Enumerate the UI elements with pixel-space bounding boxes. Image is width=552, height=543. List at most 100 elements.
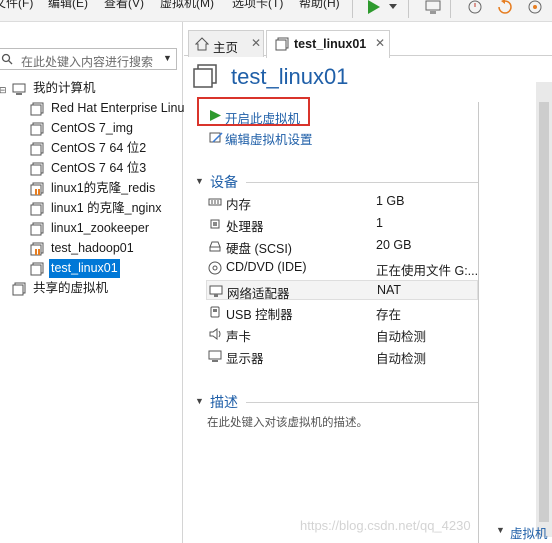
vm-label: test_hadoop01 bbox=[51, 241, 134, 255]
menu-tabs[interactable]: 选项卡(T) bbox=[232, 0, 283, 11]
collapse-arrow-icon[interactable]: ▼ bbox=[496, 525, 505, 535]
toolbar-separator bbox=[352, 0, 353, 18]
tree-root-label: 我的计算机 bbox=[33, 81, 96, 95]
tab-home-label: 主页 bbox=[213, 41, 239, 55]
scrollbar-thumb[interactable] bbox=[539, 102, 549, 522]
close-icon[interactable]: ✕ bbox=[251, 36, 261, 50]
device-name: 网络适配器 bbox=[227, 287, 290, 301]
toolbar-separator bbox=[450, 0, 451, 18]
device-row-cd[interactable]: CD/DVD (IDE) 正在使用文件 G:... bbox=[206, 258, 478, 278]
power-on-label: 开启此虚拟机 bbox=[225, 112, 301, 126]
vm-running-icon bbox=[30, 182, 44, 196]
section-divider bbox=[246, 402, 478, 403]
device-name: 声卡 bbox=[226, 330, 252, 344]
device-name: 处理器 bbox=[226, 220, 264, 234]
vm-label: linux1 的克隆_nginx bbox=[51, 201, 162, 215]
snapshot-manager-icon[interactable] bbox=[526, 0, 544, 16]
tab-bar: 主页 ✕ test_linux01 ✕ bbox=[184, 30, 552, 58]
collapse-icon[interactable]: ⊟ bbox=[0, 85, 7, 96]
library-panel: 在此处键入内容进行搜索 ▼ ⊟ 我的计算机 Red Hat Enterprise… bbox=[0, 22, 191, 543]
search-icon bbox=[1, 53, 13, 65]
menu-edit[interactable]: 编辑(E) bbox=[48, 0, 88, 11]
device-name: 显示器 bbox=[226, 352, 264, 366]
toolbar-separator bbox=[408, 0, 409, 18]
vm-icon bbox=[30, 222, 44, 236]
device-name: USB 控制器 bbox=[226, 308, 293, 322]
device-value: 正在使用文件 G:... bbox=[376, 264, 479, 278]
column-divider bbox=[478, 102, 479, 543]
tab-vm-label: test_linux01 bbox=[294, 37, 367, 51]
device-name: CD/DVD (IDE) bbox=[226, 260, 307, 274]
device-row-network[interactable]: 网络适配器 NAT bbox=[206, 280, 478, 301]
vm-details-panel: 主页 ✕ test_linux01 ✕ test_linux01 开启此虚拟机 … bbox=[184, 22, 552, 543]
description-section-title: 描述 bbox=[210, 394, 238, 410]
disk-icon bbox=[209, 241, 221, 252]
vm-icon bbox=[30, 122, 44, 136]
device-row-disk[interactable]: 硬盘 (SCSI) 20 GB bbox=[206, 236, 478, 256]
snapshot-icon[interactable] bbox=[466, 0, 484, 16]
play-dropdown-icon[interactable] bbox=[388, 0, 398, 16]
vm-label: CentOS 7_img bbox=[51, 121, 133, 135]
revert-snapshot-icon[interactable] bbox=[496, 0, 514, 16]
device-value: 1 GB bbox=[376, 194, 405, 208]
play-icon[interactable] bbox=[364, 0, 382, 16]
library-search[interactable]: 在此处键入内容进行搜索 ▼ bbox=[0, 48, 177, 70]
device-row-memory[interactable]: 内存 1 GB bbox=[206, 192, 478, 212]
device-value: 1 bbox=[376, 216, 383, 230]
vm-details-section-title: 虚拟机 bbox=[510, 527, 548, 541]
usb-icon bbox=[210, 306, 220, 318]
vm-running-icon bbox=[30, 242, 44, 256]
vm-label: CentOS 7 64 位2 bbox=[51, 141, 147, 155]
vm-icon bbox=[30, 202, 44, 216]
vm-label: CentOS 7 64 位3 bbox=[51, 161, 147, 175]
watermark: https://blog.csdn.net/qq_4230 bbox=[300, 518, 471, 533]
device-name: 内存 bbox=[226, 198, 252, 212]
device-name: 硬盘 (SCSI) bbox=[226, 242, 292, 256]
computer-icon bbox=[12, 83, 26, 95]
vertical-scrollbar[interactable] bbox=[536, 82, 552, 537]
menu-file[interactable]: 文件(F) bbox=[0, 0, 33, 11]
devices-section-title: 设备 bbox=[210, 174, 238, 190]
device-row-cpu[interactable]: 处理器 1 bbox=[206, 214, 478, 234]
device-value: 20 GB bbox=[376, 238, 412, 252]
vm-label: test_linux01 bbox=[49, 259, 120, 278]
close-icon[interactable]: ✕ bbox=[375, 36, 385, 50]
device-value: 自动检测 bbox=[376, 330, 427, 344]
device-value: 存在 bbox=[376, 308, 402, 322]
device-value: 自动检测 bbox=[376, 352, 427, 366]
vm-icon bbox=[30, 162, 44, 176]
collapse-arrow-icon[interactable]: ▼ bbox=[195, 396, 204, 406]
vm-icon bbox=[30, 102, 44, 116]
shared-label: 共享的虚拟机 bbox=[33, 281, 109, 295]
network-icon bbox=[209, 285, 223, 297]
vm-icon bbox=[30, 142, 44, 156]
menu-help[interactable]: 帮助(H) bbox=[299, 0, 340, 11]
shared-vm-icon bbox=[12, 282, 26, 296]
settings-icon bbox=[209, 132, 223, 143]
send-keys-icon[interactable] bbox=[424, 0, 442, 16]
menu-view[interactable]: 查看(V) bbox=[104, 0, 144, 11]
collapse-arrow-icon[interactable]: ▼ bbox=[195, 176, 204, 186]
sound-icon bbox=[209, 328, 221, 340]
device-row-sound[interactable]: 声卡 自动检测 bbox=[206, 324, 478, 344]
menu-vm[interactable]: 虚拟机(M) bbox=[160, 0, 214, 11]
search-input[interactable]: 在此处键入内容进行搜索 bbox=[21, 53, 153, 70]
cpu-icon bbox=[210, 219, 220, 229]
device-value: NAT bbox=[377, 283, 402, 297]
home-icon bbox=[195, 37, 209, 51]
menu-bar: 文件(F) 编辑(E) 查看(V) 虚拟机(M) 选项卡(T) 帮助(H) bbox=[0, 0, 552, 22]
tab-vm[interactable]: test_linux01 ✕ bbox=[266, 30, 390, 58]
cd-icon bbox=[208, 261, 222, 275]
chevron-down-icon[interactable]: ▼ bbox=[163, 53, 172, 63]
vm-label: Red Hat Enterprise Linux bbox=[51, 101, 191, 115]
device-row-usb[interactable]: USB 控制器 存在 bbox=[206, 302, 478, 322]
memory-icon bbox=[208, 198, 222, 206]
vm-icon bbox=[275, 37, 289, 51]
edit-settings-label: 编辑虚拟机设置 bbox=[225, 133, 313, 147]
description-input[interactable]: 在此处键入对该虚拟机的描述。 bbox=[207, 414, 368, 430]
vm-label: linux1_zookeeper bbox=[51, 221, 149, 235]
vm-title: test_linux01 bbox=[231, 64, 349, 89]
vm-icon bbox=[30, 262, 44, 276]
tab-home[interactable]: 主页 ✕ bbox=[188, 30, 264, 57]
device-row-display[interactable]: 显示器 自动检测 bbox=[206, 346, 478, 366]
